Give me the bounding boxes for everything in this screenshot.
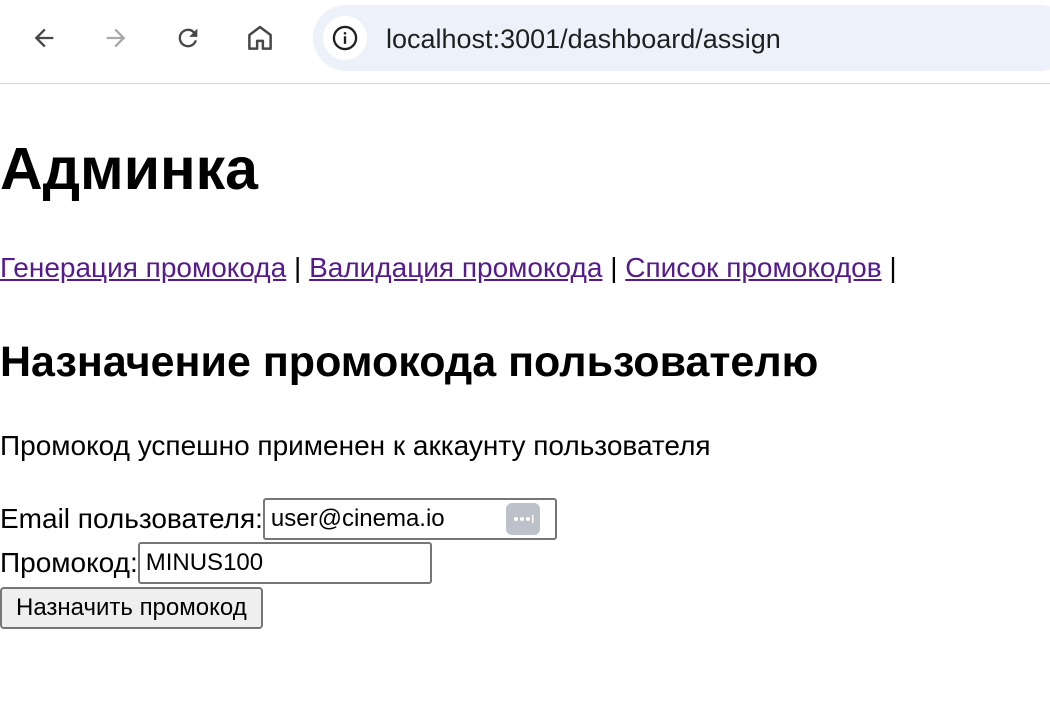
nav-link-list[interactable]: Список промокодов: [625, 252, 881, 283]
email-label: Email пользователя:: [0, 503, 263, 534]
nav-separator: |: [610, 252, 618, 283]
promo-code-field[interactable]: [137, 542, 432, 584]
promo-label: Промокод:: [0, 547, 138, 578]
password-manager-icon[interactable]: [505, 503, 540, 535]
address-bar[interactable]: localhost:3001/dashboard/assign: [313, 5, 1050, 71]
promo-row: Промокод:: [0, 542, 432, 584]
url-text[interactable]: localhost:3001/dashboard/assign: [386, 23, 781, 55]
dots-icon: [513, 515, 534, 523]
forward-arrow-icon: [106, 28, 126, 48]
nav-link-generate[interactable]: Генерация промокода: [0, 252, 286, 283]
section-title: Назначение промокода пользователю: [0, 338, 819, 386]
nav-separator: |: [889, 252, 897, 283]
email-field-wrapper: [262, 498, 557, 540]
home-icon: [248, 25, 272, 50]
back-arrow-icon: [34, 28, 54, 48]
reload-button[interactable]: [168, 18, 208, 58]
status-message: Промокод успешно применен к аккаунту пол…: [0, 430, 711, 461]
nav-link-validate[interactable]: Валидация промокода: [309, 252, 602, 283]
site-info-icon: [332, 25, 358, 51]
reload-icon: [178, 28, 198, 48]
back-button[interactable]: [24, 18, 64, 58]
site-info-button[interactable]: [323, 16, 367, 60]
assign-promo-button[interactable]: Назначить промокод: [0, 587, 263, 629]
home-button[interactable]: [240, 18, 280, 58]
forward-button[interactable]: [96, 18, 136, 58]
admin-nav: Генерация промокода | Валидация промокод…: [0, 250, 897, 286]
browser-toolbar: localhost:3001/dashboard/assign: [0, 0, 1050, 84]
email-row: Email пользователя:: [0, 498, 557, 540]
page-title: Админка: [0, 136, 258, 202]
nav-separator: |: [294, 252, 302, 283]
